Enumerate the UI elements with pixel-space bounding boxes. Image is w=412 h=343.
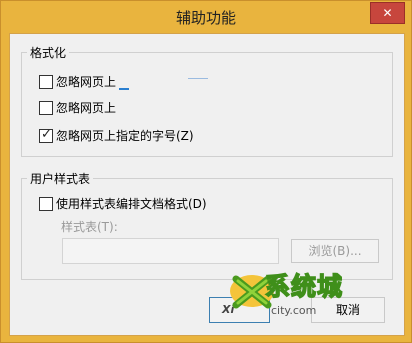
dialog-window: 辅助功能 ✕ 格式化 忽略网页上 忽略网页上 ✓ 忽略网页上指定的字号(Z) 用…	[0, 0, 412, 343]
ignore-fonts-checkbox[interactable]	[39, 101, 53, 115]
watermark-underline	[119, 88, 129, 90]
use-stylesheet-label[interactable]: 使用样式表编排文档格式(D)	[56, 195, 207, 212]
watermark-brand: 系统城	[264, 271, 344, 302]
window-title: 辅助功能	[175, 9, 236, 27]
cancel-label: 取消	[335, 303, 360, 317]
formatting-legend: 格式化	[27, 44, 70, 61]
use-stylesheet-checkbox[interactable]	[39, 197, 53, 211]
ignore-font-size-checkbox[interactable]: ✓	[39, 127, 53, 143]
browse-button[interactable]: 浏览(B)...	[291, 239, 379, 263]
ignore-colors-checkbox[interactable]	[39, 75, 53, 89]
stylesheet-field-label: 样式表(T):	[61, 220, 118, 234]
check-icon: ✓	[41, 127, 52, 142]
close-button[interactable]: ✕	[370, 2, 405, 24]
ignore-fonts-label[interactable]: 忽略网页上	[56, 99, 116, 116]
ignore-colors-label[interactable]: 忽略网页上	[56, 73, 116, 90]
user-stylesheet-legend: 用户样式表	[27, 170, 94, 187]
title-bar[interactable]: 辅助功能 ✕	[1, 1, 411, 33]
ignore-font-size-label[interactable]: 忽略网页上指定的字号(Z)	[56, 127, 194, 144]
close-icon: ✕	[382, 6, 393, 20]
stylesheet-path-input[interactable]	[62, 238, 279, 264]
watermark-dash	[188, 78, 208, 79]
dialog-body: 格式化 忽略网页上 忽略网页上 ✓ 忽略网页上指定的字号(Z) 用户样式表 使用…	[9, 33, 405, 336]
